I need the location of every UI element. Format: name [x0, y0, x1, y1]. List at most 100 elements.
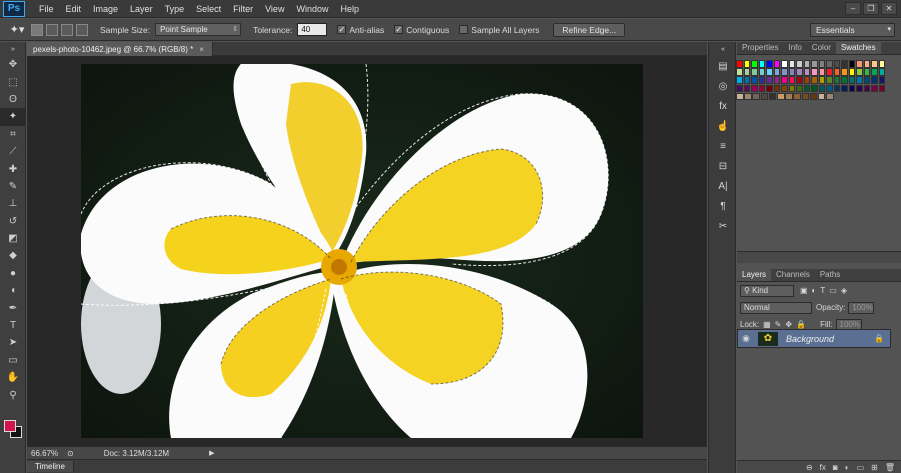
- tab-layers[interactable]: Layers: [737, 269, 772, 281]
- anti-alias-checkbox[interactable]: ✓ Anti-alias: [337, 25, 384, 35]
- swatch[interactable]: [809, 92, 818, 101]
- swatch[interactable]: [773, 76, 781, 84]
- swatch[interactable]: [818, 68, 826, 76]
- eraser-tool-icon[interactable]: ◩: [0, 230, 26, 247]
- eye-icon[interactable]: ◉: [738, 333, 754, 344]
- swatch[interactable]: [803, 60, 811, 68]
- blend-mode-select[interactable]: Normal: [740, 301, 812, 314]
- swatch[interactable]: [841, 60, 848, 68]
- swatch[interactable]: [818, 76, 826, 84]
- zoom-level[interactable]: 66.67%: [31, 449, 63, 458]
- swatch[interactable]: [788, 84, 796, 93]
- menu-select[interactable]: Select: [190, 4, 227, 14]
- swatch[interactable]: [781, 84, 788, 93]
- blur-tool-icon[interactable]: ●: [0, 265, 26, 282]
- swatch[interactable]: [871, 76, 878, 84]
- swatch[interactable]: [796, 60, 803, 68]
- group-icon[interactable]: ▭: [857, 463, 865, 472]
- swatch[interactable]: [751, 76, 758, 84]
- path-selection-tool-icon[interactable]: ➤: [0, 334, 26, 351]
- swatch[interactable]: [785, 92, 793, 101]
- swatch[interactable]: [841, 68, 848, 76]
- menu-edit[interactable]: Edit: [60, 4, 88, 14]
- swatch[interactable]: [781, 76, 788, 84]
- pen-tool-icon[interactable]: ✒: [0, 299, 26, 316]
- intersect-selection-icon[interactable]: [76, 23, 88, 36]
- swatch[interactable]: [818, 84, 826, 93]
- swatch[interactable]: [833, 60, 841, 68]
- document-canvas[interactable]: [81, 64, 643, 438]
- collapse-icon[interactable]: »: [0, 42, 26, 56]
- swatch[interactable]: [768, 92, 777, 101]
- swatch[interactable]: [826, 68, 833, 76]
- swatch[interactable]: [736, 84, 743, 93]
- menu-filter[interactable]: Filter: [227, 4, 259, 14]
- collapse-icon[interactable]: «: [709, 42, 737, 56]
- swatch[interactable]: [856, 76, 863, 84]
- swatch[interactable]: [878, 76, 886, 84]
- swatch[interactable]: [811, 60, 818, 68]
- navigator-panel-icon[interactable]: ◎: [709, 76, 737, 96]
- tab-swatches[interactable]: Swatches: [835, 42, 881, 54]
- new-selection-icon[interactable]: [31, 23, 43, 36]
- shape-tool-icon[interactable]: ▭: [0, 352, 26, 369]
- swatch[interactable]: [811, 84, 818, 93]
- swatch[interactable]: [736, 68, 743, 76]
- type-tool-icon[interactable]: T: [0, 317, 26, 334]
- swatch[interactable]: [803, 76, 811, 84]
- clone-source-panel-icon[interactable]: ⊟: [709, 156, 737, 176]
- swatch[interactable]: [826, 60, 833, 68]
- swatch[interactable]: [878, 68, 886, 76]
- tab-color[interactable]: Color: [807, 42, 836, 54]
- swatch[interactable]: [752, 92, 760, 101]
- magic-wand-tool-preset-icon[interactable]: ✦▾: [6, 21, 28, 39]
- swatch[interactable]: [871, 84, 878, 93]
- swatch[interactable]: [848, 84, 856, 93]
- paint-bucket-tool-icon[interactable]: ◆: [0, 247, 26, 264]
- swatch[interactable]: [736, 60, 743, 68]
- swatch[interactable]: [773, 68, 781, 76]
- subtract-from-selection-icon[interactable]: [61, 23, 73, 36]
- swatch[interactable]: [833, 76, 841, 84]
- swatch[interactable]: [758, 84, 766, 93]
- swatch[interactable]: [863, 68, 871, 76]
- swatch[interactable]: [856, 68, 863, 76]
- swatch[interactable]: [788, 76, 796, 84]
- swatch[interactable]: [803, 68, 811, 76]
- minimize-button[interactable]: –: [845, 2, 861, 15]
- dodge-tool-icon[interactable]: ◖: [0, 282, 26, 299]
- swatch[interactable]: [801, 92, 810, 101]
- crop-tool-icon[interactable]: ⌗: [0, 126, 26, 143]
- timeline-tab[interactable]: Timeline: [27, 461, 74, 472]
- tool-presets-panel-icon[interactable]: ✂: [709, 216, 737, 236]
- swatch[interactable]: [788, 60, 796, 68]
- new-layer-icon[interactable]: ⊞: [871, 463, 878, 472]
- swatch[interactable]: [743, 84, 751, 93]
- tab-channels[interactable]: Channels: [771, 269, 815, 281]
- tab-info[interactable]: Info: [783, 42, 806, 54]
- swatch[interactable]: [773, 84, 781, 93]
- actions-panel-icon[interactable]: ☝: [709, 116, 737, 136]
- sample-size-select[interactable]: Point Sample ⇕: [155, 23, 242, 36]
- swatch[interactable]: [751, 68, 758, 76]
- swatch[interactable]: [736, 76, 743, 84]
- swatch[interactable]: [758, 60, 766, 68]
- swatch[interactable]: [826, 84, 833, 93]
- swatch[interactable]: [796, 84, 803, 93]
- swatch[interactable]: [796, 76, 803, 84]
- swatch[interactable]: [817, 92, 826, 101]
- history-brush-tool-icon[interactable]: ↺: [0, 213, 26, 230]
- swatch[interactable]: [803, 84, 811, 93]
- swatch[interactable]: [841, 84, 848, 93]
- filter-type-icons[interactable]: ▣◐T▭◈: [800, 286, 851, 295]
- layer-filter-select[interactable]: ⚲ Kind: [740, 284, 794, 297]
- swatch[interactable]: [841, 76, 848, 84]
- workspace-select[interactable]: Essentials ▾: [810, 23, 895, 37]
- swatch[interactable]: [863, 60, 871, 68]
- swatch[interactable]: [863, 84, 871, 93]
- refine-edge-button[interactable]: Refine Edge...: [553, 22, 626, 37]
- swatch[interactable]: [781, 68, 788, 76]
- export-icon[interactable]: ⊙: [67, 449, 74, 458]
- trash-icon[interactable]: 🗑: [885, 463, 895, 472]
- swatch[interactable]: [871, 68, 878, 76]
